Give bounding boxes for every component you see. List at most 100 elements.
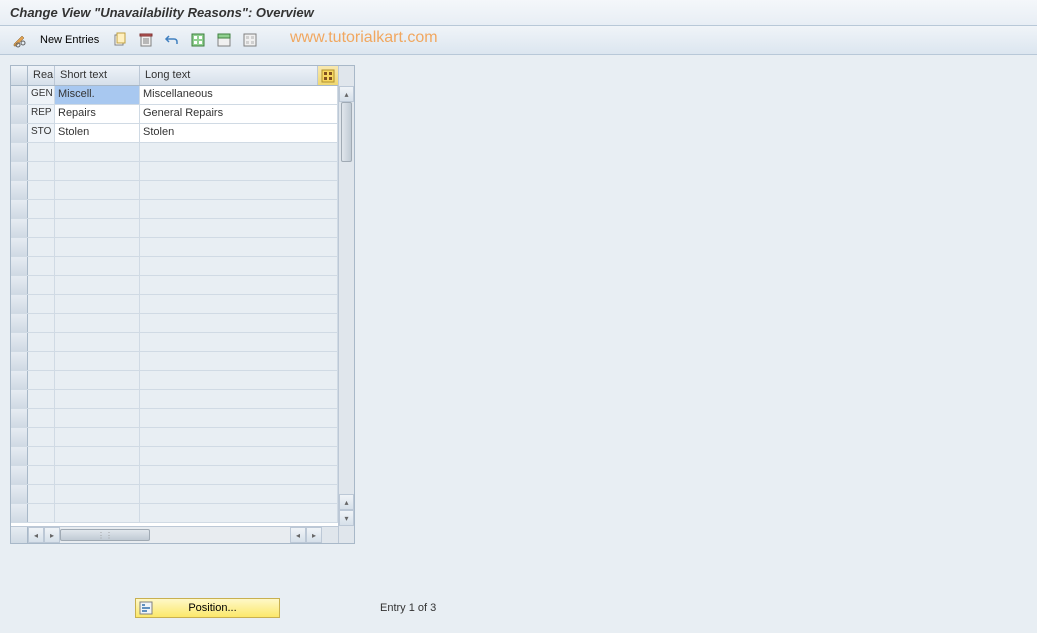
cell-rea <box>28 238 55 256</box>
entry-status: Entry 1 of 3 <box>380 602 436 614</box>
select-all-icon[interactable] <box>187 30 209 50</box>
cell-long <box>140 295 338 313</box>
cell-short <box>55 485 140 503</box>
toolbar: New Entries www.tutorialkart.com <box>0 26 1037 55</box>
copy-as-icon[interactable] <box>109 30 131 50</box>
column-header-long[interactable]: Long text <box>140 66 318 85</box>
vertical-scrollbar[interactable]: ▴ ▴ ▾ <box>338 66 354 543</box>
table-body: GENMiscell.Miscellaneous REPRepairsGenera… <box>11 86 338 526</box>
row-selector[interactable] <box>11 257 28 275</box>
cell-rea <box>28 428 55 446</box>
scroll-left-icon[interactable]: ▸ <box>44 527 60 543</box>
cell-long <box>140 238 338 256</box>
row-selector[interactable] <box>11 409 28 427</box>
row-selector[interactable] <box>11 124 28 142</box>
delete-icon[interactable] <box>135 30 157 50</box>
cell-long <box>140 352 338 370</box>
row-selector[interactable] <box>11 485 28 503</box>
watermark: www.tutorialkart.com <box>290 29 438 47</box>
cell-short[interactable]: Miscell. <box>55 86 140 104</box>
row-selector[interactable] <box>11 200 28 218</box>
column-header-short[interactable]: Short text <box>55 66 140 85</box>
table-row <box>11 485 338 504</box>
scroll-right-icon[interactable]: ◂ <box>290 527 306 543</box>
cell-rea <box>28 333 55 351</box>
row-selector[interactable] <box>11 219 28 237</box>
table-row <box>11 504 338 523</box>
select-block-icon[interactable] <box>213 30 235 50</box>
row-selector[interactable] <box>11 333 28 351</box>
vscroll-thumb[interactable] <box>341 102 352 162</box>
row-selector[interactable] <box>11 390 28 408</box>
cell-rea <box>28 314 55 332</box>
cell-rea[interactable]: STO <box>28 124 55 142</box>
cell-short[interactable]: Repairs <box>55 105 140 123</box>
cell-short <box>55 447 140 465</box>
cell-short[interactable]: Stolen <box>55 124 140 142</box>
row-selector[interactable] <box>11 143 28 161</box>
table-settings-icon[interactable] <box>318 66 338 85</box>
row-selector[interactable] <box>11 447 28 465</box>
footer: Position... Entry 1 of 3 <box>135 598 436 618</box>
cell-short <box>55 257 140 275</box>
table-row <box>11 143 338 162</box>
cell-short <box>55 295 140 313</box>
cell-long <box>140 485 338 503</box>
cell-long <box>140 504 338 522</box>
hscroll-track[interactable]: ⋮⋮ <box>60 527 290 543</box>
cell-short <box>55 352 140 370</box>
row-selector[interactable] <box>11 162 28 180</box>
cell-long <box>140 162 338 180</box>
scroll-left-start-icon[interactable]: ◂ <box>28 527 44 543</box>
row-selector[interactable] <box>11 352 28 370</box>
cell-short <box>55 390 140 408</box>
row-selector[interactable] <box>11 314 28 332</box>
cell-rea[interactable]: GEN <box>28 86 55 104</box>
row-selector[interactable] <box>11 105 28 123</box>
cell-long <box>140 466 338 484</box>
column-header-rea[interactable]: Rea <box>28 66 55 85</box>
select-all-header[interactable] <box>11 66 28 85</box>
undo-icon[interactable] <box>161 30 183 50</box>
position-button[interactable]: Position... <box>135 598 280 618</box>
vscroll-track[interactable] <box>339 102 354 494</box>
cell-long[interactable]: Stolen <box>140 124 338 142</box>
scroll-down-icon[interactable]: ▾ <box>339 510 354 526</box>
cell-rea <box>28 200 55 218</box>
cell-short <box>55 276 140 294</box>
cell-rea <box>28 219 55 237</box>
cell-rea <box>28 276 55 294</box>
scroll-up-icon[interactable]: ▴ <box>339 86 354 102</box>
table-row <box>11 352 338 371</box>
deselect-all-icon[interactable] <box>239 30 261 50</box>
row-selector[interactable] <box>11 276 28 294</box>
table-row <box>11 371 338 390</box>
table-row <box>11 409 338 428</box>
row-selector[interactable] <box>11 504 28 522</box>
row-selector[interactable] <box>11 86 28 104</box>
horizontal-scrollbar[interactable]: ◂ ▸ ⋮⋮ ◂ ▸ <box>11 526 338 543</box>
table-row <box>11 295 338 314</box>
pencil-glasses-icon <box>12 32 28 48</box>
row-selector[interactable] <box>11 181 28 199</box>
new-entries-label: New Entries <box>40 34 99 46</box>
row-selector[interactable] <box>11 295 28 313</box>
row-selector[interactable] <box>11 371 28 389</box>
row-selector[interactable] <box>11 428 28 446</box>
row-selector[interactable] <box>11 238 28 256</box>
scroll-down-step-icon[interactable]: ▴ <box>339 494 354 510</box>
table-row <box>11 238 338 257</box>
cell-short <box>55 314 140 332</box>
toggle-change-button[interactable] <box>10 31 34 49</box>
cell-rea[interactable]: REP <box>28 105 55 123</box>
cell-long <box>140 447 338 465</box>
new-entries-button[interactable]: New Entries <box>38 33 105 47</box>
scroll-right-end-icon[interactable]: ▸ <box>306 527 322 543</box>
cell-long[interactable]: Miscellaneous <box>140 86 338 104</box>
table-row <box>11 447 338 466</box>
cell-long[interactable]: General Repairs <box>140 105 338 123</box>
row-selector[interactable] <box>11 466 28 484</box>
hscroll-thumb[interactable]: ⋮⋮ <box>60 529 150 541</box>
table-row <box>11 219 338 238</box>
content-area: Rea Short text Long text GENMiscell.Misc… <box>0 55 1037 554</box>
